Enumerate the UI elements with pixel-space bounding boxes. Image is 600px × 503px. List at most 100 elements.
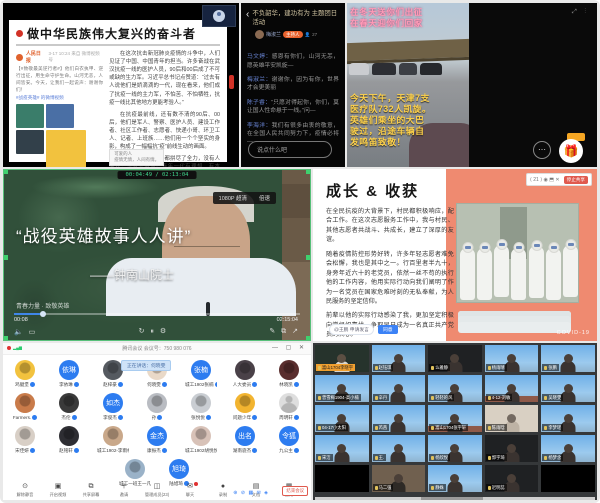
video-tile[interactable]: 嵩山1704张宇轩 <box>428 405 482 432</box>
participant[interactable]: 依琳 李依琳 <box>53 360 85 388</box>
stop-share-button[interactable]: 停止共享 <box>564 176 588 184</box>
approve-button[interactable]: 同意 <box>378 325 398 334</box>
video-tile[interactable]: 吴晓雯 <box>541 375 595 402</box>
video-tile[interactable]: 宋洁 <box>315 435 369 462</box>
video-tile[interactable]: 李梦瑶 <box>541 405 595 432</box>
speed-label[interactable]: 倍速 <box>259 194 270 202</box>
window-corner-icons[interactable]: ⤢ ⋮ <box>572 9 589 16</box>
participant[interactable]: 周明轩 <box>273 393 305 421</box>
participant[interactable]: 城工1902胡悦悦 <box>185 426 217 454</box>
slide-body-text: 在全民抗疫的大背景下，村民都积极响应，配合工作。在这次志愿服务工作中，我与村民、… <box>326 207 454 341</box>
tile-name-label: 吴晓雯 <box>542 394 563 401</box>
chat-username[interactable]: 梅淑兰： <box>247 77 272 83</box>
participant[interactable]: 孙 <box>141 393 173 421</box>
participant[interactable]: 出名 湖南骁杰 <box>229 426 261 454</box>
video-tile[interactable]: 迟明蕊 <box>485 465 539 492</box>
participant[interactable]: 林晓凯 <box>273 360 305 388</box>
video-tile[interactable]: 曾雪梅1904-高小楠 <box>315 375 369 402</box>
car-row <box>347 63 469 75</box>
participant-avatar <box>103 426 123 446</box>
gallery-row: 宋洁王.杨欣悦郭宇琦杨梦含 <box>315 435 595 462</box>
chat-username[interactable]: 陈子睿： <box>247 100 271 106</box>
progress-handle[interactable] <box>40 311 46 317</box>
volume-subtitle-icons[interactable]: 🔈 ▭ <box>14 328 37 336</box>
video-tile[interactable]: 王. <box>372 435 426 462</box>
participant[interactable]: 赵铭轩 <box>53 426 85 454</box>
toolbar-button[interactable]: ＋ 邀请 <box>112 483 136 498</box>
participant[interactable]: 宋佳妍 <box>9 426 41 454</box>
video-tile[interactable]: 陈雨晗 <box>485 405 539 432</box>
video-tile[interactable] <box>541 465 595 492</box>
video-tile[interactable]: 4-12-刘敏 <box>485 375 539 402</box>
quality-tooltip[interactable]: 1080P 超清 倍速 <box>213 192 276 204</box>
meeting-titlebar[interactable]: ▂▄▆ 腾讯会议 会议号：750 980 076 — ▢ ✕ <box>3 343 311 355</box>
participant-avatar: 如杰 <box>103 393 123 413</box>
video-tile[interactable]: 张鹏 <box>541 345 595 372</box>
participant[interactable]: 金杰 康振杰 <box>141 426 173 454</box>
street-video[interactable]: 在冬天送你们出征 在春天迎你们回家 今天下午，天津7支 医疗队732人凯旋。 英… <box>347 3 469 167</box>
video-tile[interactable]: 芮茜 <box>372 405 426 432</box>
video-tile[interactable]: 轻轻的风 <box>428 375 482 402</box>
participant[interactable]: 鸡腿堡 <box>9 360 41 388</box>
participant[interactable]: 人大委员 <box>229 360 261 388</box>
participant[interactable]: 张悦悦 <box>185 393 217 421</box>
selection-handle[interactable] <box>306 255 311 260</box>
window-controls[interactable]: — ▢ ✕ <box>272 344 307 351</box>
video-tile[interactable]: 马二强 <box>372 465 426 492</box>
edit-timestamp-pill: 00:04:49 / 02:13:04 <box>118 171 197 179</box>
participant[interactable]: Farmers. <box>9 393 41 421</box>
selection-handle[interactable] <box>306 336 311 341</box>
mic-icon <box>488 486 491 490</box>
edit-share-icons[interactable]: ✎ ⧉ ↗ <box>269 327 300 336</box>
avatar-initials: 依琳 <box>62 365 76 375</box>
weibo-post-card[interactable]: 人民日报 3-17 10:24 来自 微博视频号 【#致敬最美逆行者#】他们白衣… <box>16 50 103 167</box>
playback-icons[interactable]: ↻ ⏸ ⚙ <box>139 327 169 336</box>
participant[interactable]: 城工1902-李雨桐 <box>97 426 129 454</box>
toolbar-button[interactable]: ✉ 聊天 <box>178 483 202 498</box>
participant[interactable]: 令狐 九公主 <box>273 426 305 454</box>
toolbar-icons[interactable]: ⟨ 21 ⟩ ◉ ⬒ ✕ <box>530 177 560 183</box>
gift-button[interactable]: 🎁 <box>559 139 583 163</box>
toolbar-button[interactable]: ⧉ 共享屏幕 <box>79 483 103 498</box>
progress-bar[interactable] <box>14 313 300 315</box>
mute-badge-icon <box>294 448 299 453</box>
gallery-scrollbar[interactable] <box>315 497 595 500</box>
video-tile[interactable] <box>315 465 369 492</box>
toolbar-button[interactable]: ● 录制 <box>211 483 235 498</box>
video-tile[interactable]: 嵩山1704李晓宇 <box>315 345 369 372</box>
back-chevron-icon[interactable]: ‹ <box>246 10 249 19</box>
share-toolbar[interactable]: ⟨ 21 ⟩ ◉ ⬒ ✕ 停止共享 <box>526 173 592 186</box>
quality-label[interactable]: 1080P 超清 <box>219 194 247 202</box>
end-meeting-button[interactable]: 结束会议 <box>282 486 308 496</box>
video-tile[interactable]: 郭宇琦 <box>485 435 539 462</box>
selection-handle[interactable] <box>3 255 8 260</box>
more-options-button[interactable]: ⋯ <box>533 141 551 159</box>
weibo-link[interactable]: #战疫英雄# 的微博视频 <box>16 95 103 101</box>
system-tray-icons[interactable]: ⊕ ⊘ ▦ ✉ ◈ <box>233 490 269 496</box>
chat-username[interactable]: 马文婷： <box>247 54 272 60</box>
selection-handle[interactable] <box>3 336 8 341</box>
participant[interactable]: 杰伦 <box>53 393 85 421</box>
presenter-camera-thumbnail[interactable] <box>202 5 236 27</box>
video-tile[interactable]: 杨欣悦 <box>428 435 482 462</box>
host-avatar[interactable] <box>255 30 264 39</box>
participant[interactable]: 张楠 城工1902张楠 <box>185 360 217 388</box>
video-tile[interactable]: 静姝 <box>428 465 482 492</box>
toolbar-button[interactable]: ⊙ 解除静音 <box>13 483 37 498</box>
video-tile[interactable]: 04-17小太阳 <box>315 405 369 432</box>
chat-input[interactable]: 说点什么吧 <box>248 141 332 158</box>
participant[interactable]: 问题少年 <box>229 393 261 421</box>
toolbar-button[interactable]: ▣ 开启视频 <box>46 483 70 498</box>
video-tile[interactable]: 杨雨晴 <box>485 345 539 372</box>
chat-username[interactable]: 李海洋： <box>247 123 272 129</box>
video-tile[interactable]: 赵钰琪 <box>372 345 426 372</box>
video-tile[interactable]: 杨梦含 <box>541 435 595 462</box>
toolbar-button[interactable]: ◫ 管理成员(23) <box>145 483 169 498</box>
video-tile[interactable]: 辛丹 <box>372 375 426 402</box>
participant[interactable]: 如杰 李俊杰 <box>97 393 129 421</box>
selection-handle[interactable] <box>306 169 311 174</box>
selection-handle[interactable] <box>3 169 8 174</box>
video-tile[interactable]: 么雅静 <box>428 345 482 372</box>
scrollbar-thumb[interactable] <box>421 497 483 500</box>
tile-name-label: 迟明蕊 <box>486 484 507 491</box>
